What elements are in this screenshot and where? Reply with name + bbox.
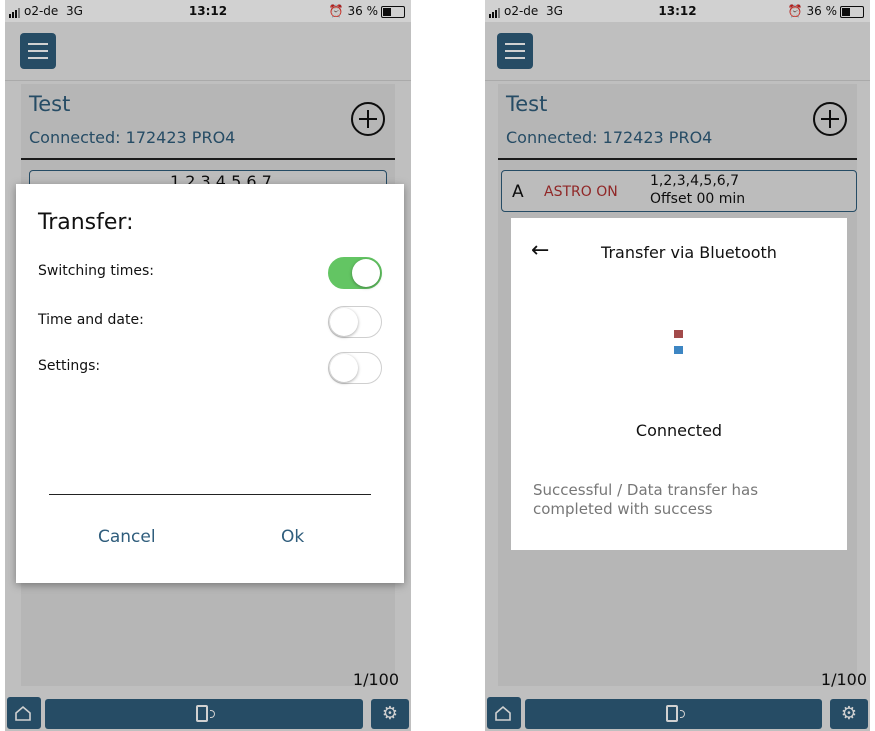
option-switching-times: Switching times: <box>38 257 382 289</box>
dialog-title: Transfer via Bluetooth <box>601 243 777 262</box>
option-time-date: Time and date: <box>38 306 382 338</box>
loading-indicator <box>674 346 683 354</box>
option-label: Time and date: <box>38 312 144 328</box>
bluetooth-status: Connected <box>635 421 723 440</box>
dialog-title: Transfer: <box>38 210 134 235</box>
settings-toggle[interactable] <box>328 352 382 384</box>
right-screen: o2-de 3G 13:12 ⏰ 36 % Test Connected: 17… <box>485 0 870 731</box>
transfer-dialog: Transfer: Switching times: Time and date… <box>16 184 404 583</box>
loading-indicator <box>674 330 683 338</box>
time-date-toggle[interactable] <box>328 306 382 338</box>
switching-times-toggle[interactable] <box>328 257 382 289</box>
option-settings: Settings: <box>38 352 382 384</box>
option-label: Settings: <box>38 358 101 374</box>
left-screen: o2-de 3G 13:12 ⏰ 36 % Test Connected: 17… <box>5 0 411 731</box>
ok-button[interactable]: Ok <box>281 527 304 547</box>
option-label: Switching times: <box>38 263 155 279</box>
bluetooth-dialog: ← Transfer via Bluetooth Connected Succe… <box>511 218 847 550</box>
divider <box>49 494 371 495</box>
transfer-message: Successful / Data transfer has completed… <box>533 481 759 518</box>
cancel-button[interactable]: Cancel <box>98 527 156 547</box>
